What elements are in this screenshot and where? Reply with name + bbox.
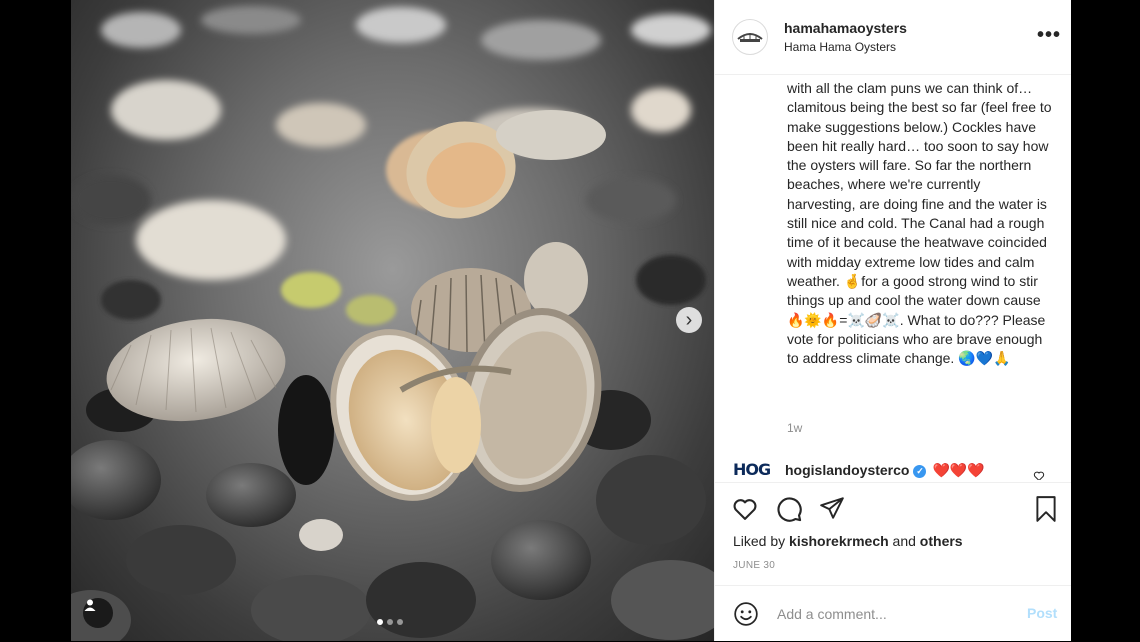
post-side-panel: hamahamaoysters Hama Hama Oysters ••• wi…: [714, 0, 1071, 641]
more-options-icon[interactable]: •••: [1037, 24, 1061, 47]
comment-input[interactable]: [775, 602, 1019, 626]
carousel-dot: [387, 619, 393, 625]
bookmark-save-icon[interactable]: [1033, 495, 1059, 523]
hama-hama-logo-icon: [737, 33, 763, 42]
post-actions: Liked by kishorekrmech and others JUNE 3…: [715, 482, 1071, 581]
verified-badge-icon: ✓: [913, 464, 927, 478]
post-caption: with all the clam puns we can think of… …: [787, 80, 1052, 367]
tagged-users-button[interactable]: [83, 598, 113, 628]
clam-shells-photo: [71, 6, 714, 641]
post-username[interactable]: hamahamaoysters: [784, 20, 907, 36]
liked-by-user[interactable]: kishorekrmech: [789, 533, 889, 549]
comment-icon[interactable]: [775, 495, 803, 523]
comment-username[interactable]: hogislandoysterco: [785, 462, 909, 478]
liked-by-others[interactable]: others: [920, 533, 963, 549]
post-header: hamahamaoysters Hama Hama Oysters •••: [715, 0, 1071, 75]
liked-by-and: and: [892, 533, 916, 549]
comment-text: ❤️❤️❤️: [932, 462, 985, 478]
chevron-right-icon: ›: [685, 309, 693, 331]
comment-like-icon[interactable]: [1033, 470, 1045, 480]
comment-avatar[interactable]: HOG: [733, 460, 771, 480]
carousel-dot: [397, 619, 403, 625]
post-date[interactable]: JUNE 30: [733, 560, 775, 571]
post-location[interactable]: Hama Hama Oysters: [784, 40, 896, 54]
add-comment-bar: Post: [715, 585, 1071, 642]
likes-summary: Liked by kishorekrmech and others: [733, 533, 963, 549]
post-image[interactable]: ›: [71, 0, 714, 641]
post-comment-button[interactable]: Post: [1027, 605, 1057, 621]
carousel-indicator: [377, 619, 403, 625]
share-send-icon[interactable]: [819, 495, 845, 521]
avatar[interactable]: [732, 19, 768, 55]
emoji-icon[interactable]: [733, 601, 759, 627]
liked-by-prefix: Liked by: [733, 533, 786, 549]
carousel-dot: [377, 619, 383, 625]
caption-timestamp[interactable]: 1w: [787, 421, 802, 435]
next-image-button[interactable]: ›: [676, 307, 702, 333]
user-icon: [84, 599, 96, 611]
comment-item: HOG hogislandoysterco ✓ ❤️❤️❤️: [733, 458, 1053, 480]
comment-author: hogislandoysterco ✓ ❤️❤️❤️: [785, 462, 985, 479]
like-heart-icon[interactable]: [731, 495, 759, 523]
